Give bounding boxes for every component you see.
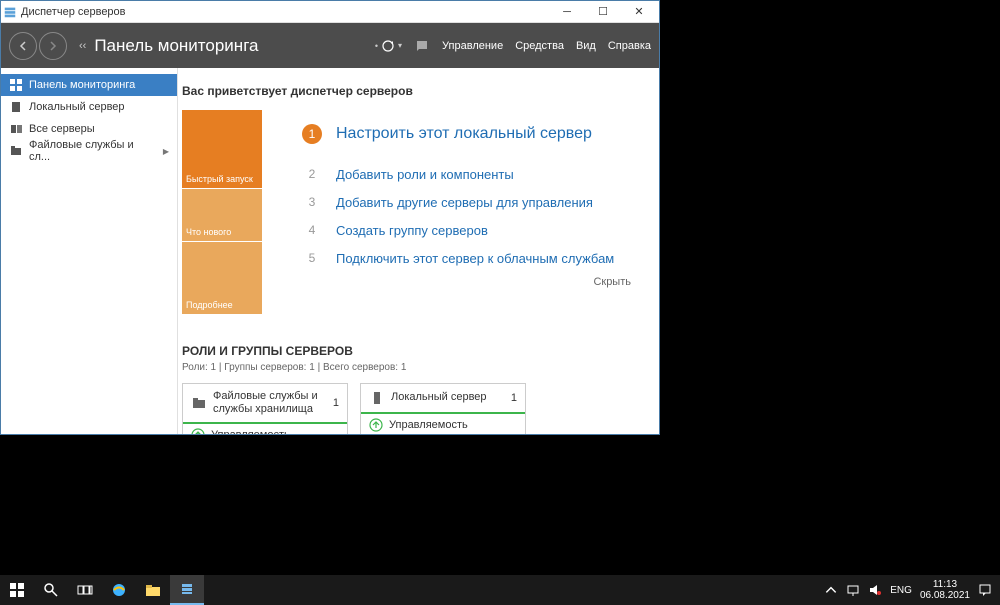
sidebar-item-label: Панель мониторинга: [29, 79, 135, 91]
sidebar: Панель мониторинга Локальный сервер Все …: [1, 68, 178, 434]
start-button[interactable]: [0, 575, 34, 605]
chevron-right-icon: ▶: [163, 147, 169, 156]
maximize-button[interactable]: ☐: [585, 1, 621, 23]
explorer-button[interactable]: [136, 575, 170, 605]
menu-tools[interactable]: Средства: [515, 40, 564, 52]
card-row-manageability[interactable]: Управляемость: [361, 414, 525, 434]
search-button[interactable]: [34, 575, 68, 605]
step-create-group[interactable]: 4 Создать группу серверов: [302, 216, 641, 244]
roles-subheading: Роли: 1 | Группы серверов: 1 | Всего сер…: [182, 362, 651, 373]
card-local-server[interactable]: Локальный сервер 1 Управляемость: [360, 383, 526, 434]
servers-icon: [9, 122, 23, 136]
step-connect-cloud[interactable]: 5 Подключить этот сервер к облачным служ…: [302, 244, 641, 272]
sidebar-item-file-services[interactable]: Файловые службы и сл... ▶: [1, 140, 177, 162]
sidebar-item-local-server[interactable]: Локальный сервер: [1, 96, 177, 118]
app-icon: [3, 5, 17, 19]
tray-chevron-icon[interactable]: [824, 583, 838, 597]
minimize-button[interactable]: ─: [549, 1, 585, 23]
window-title: Диспетчер серверов: [21, 6, 549, 18]
title-bar: Диспетчер серверов ─ ☐ ✕: [1, 1, 659, 23]
ie-button[interactable]: [102, 575, 136, 605]
tile-whats-new[interactable]: Что нового: [182, 189, 262, 241]
taskbar: ENG 11:13 06.08.2021: [0, 575, 1000, 605]
files-icon: [9, 144, 23, 158]
main-content: Вас приветствует диспетчер серверов Быст…: [178, 68, 659, 434]
roles-heading: РОЛИ И ГРУППЫ СЕРВЕРОВ: [182, 344, 651, 358]
task-view-button[interactable]: [68, 575, 102, 605]
volume-icon[interactable]: [868, 583, 882, 597]
step-add-roles[interactable]: 2 Добавить роли и компоненты: [302, 160, 641, 188]
arrow-up-icon: [191, 428, 205, 434]
back-button[interactable]: [9, 32, 37, 60]
card-file-services[interactable]: Файловые службы и службы хранилища 1 Упр…: [182, 383, 348, 434]
sidebar-item-all-servers[interactable]: Все серверы: [1, 118, 177, 140]
menu-view[interactable]: Вид: [576, 40, 596, 52]
server-manager-button[interactable]: [170, 575, 204, 605]
close-button[interactable]: ✕: [621, 1, 657, 23]
breadcrumb-separator: ‹‹: [79, 40, 86, 52]
step-configure-server[interactable]: 1 Настроить этот локальный сервер: [302, 120, 641, 148]
notifications-button[interactable]: [414, 38, 430, 54]
menu-help[interactable]: Справка: [608, 40, 651, 52]
server-icon: [369, 390, 385, 406]
files-icon: [191, 395, 207, 411]
card-row-manageability[interactable]: Управляемость: [183, 424, 347, 434]
tile-learn-more[interactable]: Подробнее: [182, 242, 262, 314]
server-icon: [9, 100, 23, 114]
menu-manage[interactable]: Управление: [442, 40, 503, 52]
header-bar: ‹‹ Панель мониторинга • ▾ Управление Сре…: [1, 23, 659, 68]
language-indicator[interactable]: ENG: [890, 585, 912, 596]
action-center-icon[interactable]: [978, 583, 992, 597]
page-title: Панель мониторинга: [94, 36, 375, 56]
sidebar-item-label: Все серверы: [29, 123, 95, 135]
step-add-servers[interactable]: 3 Добавить другие серверы для управления: [302, 188, 641, 216]
server-manager-window: Диспетчер серверов ─ ☐ ✕ ‹‹ Панель монит…: [0, 0, 660, 435]
hide-link[interactable]: Скрыть: [302, 276, 641, 288]
forward-button[interactable]: [39, 32, 67, 60]
refresh-dropdown[interactable]: • ▾: [375, 38, 402, 54]
sidebar-item-label: Локальный сервер: [29, 101, 125, 113]
dashboard-icon: [9, 78, 23, 92]
welcome-heading: Вас приветствует диспетчер серверов: [182, 84, 651, 98]
network-icon[interactable]: [846, 583, 860, 597]
tile-quick-start[interactable]: Быстрый запуск: [182, 110, 262, 188]
arrow-up-icon: [369, 418, 383, 432]
quick-start-panel: Быстрый запуск Что нового Подробнее 1 На…: [182, 110, 651, 314]
sidebar-item-label: Файловые службы и сл...: [29, 139, 157, 163]
sidebar-item-dashboard[interactable]: Панель мониторинга: [1, 74, 177, 96]
clock[interactable]: 11:13 06.08.2021: [920, 579, 970, 601]
